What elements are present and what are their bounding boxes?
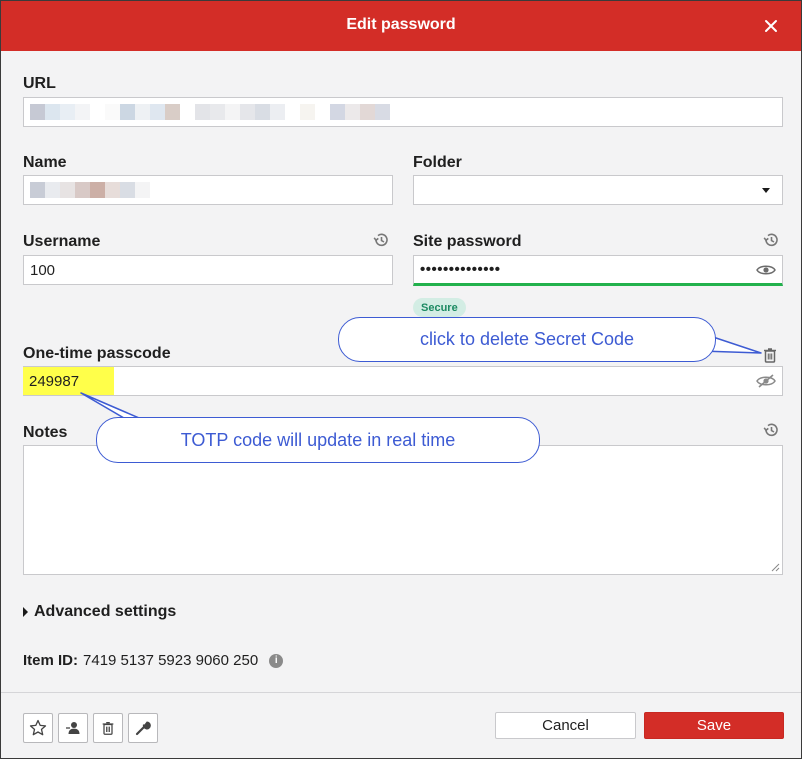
folder-label: Folder bbox=[413, 154, 462, 171]
caret-right-icon bbox=[23, 607, 28, 617]
name-input[interactable] bbox=[23, 175, 393, 205]
info-icon[interactable]: i bbox=[269, 653, 284, 668]
password-strength-badge: Secure bbox=[413, 298, 466, 317]
item-id-value: 7419 5137 5923 9060 250 bbox=[83, 652, 259, 669]
share-button[interactable] bbox=[58, 713, 88, 743]
wrench-icon bbox=[135, 721, 151, 736]
cancel-button[interactable]: Cancel bbox=[495, 712, 636, 739]
url-input[interactable] bbox=[23, 97, 783, 127]
advanced-settings-label: Advanced settings bbox=[34, 603, 177, 620]
name-label: Name bbox=[23, 154, 67, 171]
favorite-button[interactable] bbox=[23, 713, 53, 743]
eye-slash-icon[interactable] bbox=[756, 373, 776, 389]
close-icon[interactable] bbox=[759, 14, 783, 38]
site-password-input[interactable]: •••••••••••••• bbox=[413, 255, 783, 286]
delete-secret-callout: click to delete Secret Code bbox=[338, 317, 716, 362]
footer-divider bbox=[1, 692, 801, 693]
notes-textarea[interactable] bbox=[23, 445, 783, 575]
dialog-title: Edit password bbox=[346, 16, 456, 33]
password-history-icon[interactable] bbox=[762, 231, 780, 249]
username-label: Username bbox=[23, 233, 101, 250]
edit-password-dialog: Edit password URL Name Folder Username 1… bbox=[0, 0, 802, 759]
chevron-down-icon bbox=[762, 188, 770, 193]
totp-update-callout: TOTP code will update in real time bbox=[96, 417, 540, 463]
share-icon bbox=[66, 722, 80, 734]
url-redacted-value bbox=[30, 104, 390, 120]
folder-select[interactable] bbox=[413, 175, 783, 205]
username-value: 100 bbox=[30, 261, 56, 279]
trash-icon bbox=[102, 722, 114, 735]
otp-value-highlighted: 249987 bbox=[29, 373, 80, 390]
delete-button[interactable] bbox=[93, 713, 123, 743]
resize-handle-icon[interactable] bbox=[770, 562, 780, 572]
site-password-label: Site password bbox=[413, 233, 522, 250]
username-input[interactable]: 100 bbox=[23, 255, 393, 285]
otp-label: One-time passcode bbox=[23, 345, 171, 362]
history-icon[interactable] bbox=[372, 231, 390, 249]
notes-label: Notes bbox=[23, 424, 68, 441]
eye-icon[interactable] bbox=[756, 262, 776, 278]
item-id-row: Item ID: 7419 5137 5923 9060 250 i bbox=[23, 652, 284, 669]
password-masked-value: •••••••••••••• bbox=[420, 261, 501, 278]
trash-icon[interactable] bbox=[761, 346, 779, 364]
url-label: URL bbox=[23, 75, 56, 92]
item-id-label: Item ID: bbox=[23, 652, 79, 669]
advanced-settings-toggle[interactable]: Advanced settings bbox=[23, 603, 176, 621]
otp-input[interactable]: 249987 bbox=[23, 366, 783, 396]
tools-button[interactable] bbox=[128, 713, 158, 743]
notes-history-icon[interactable] bbox=[762, 421, 780, 439]
title-bar: Edit password bbox=[1, 1, 801, 51]
name-redacted-value bbox=[30, 182, 150, 198]
star-icon bbox=[29, 719, 47, 736]
save-button[interactable]: Save bbox=[644, 712, 784, 739]
